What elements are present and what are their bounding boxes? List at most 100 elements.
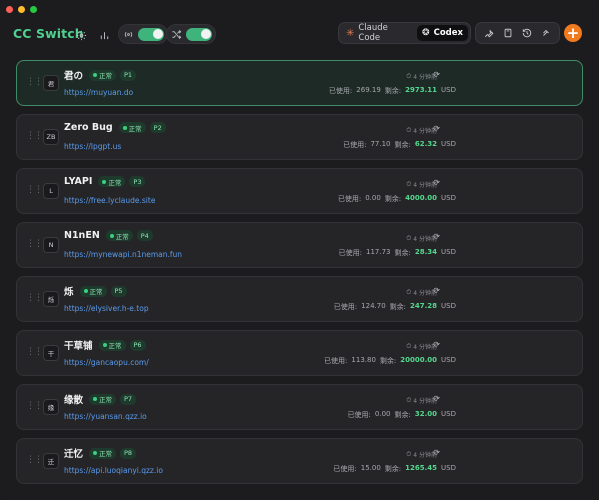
provider-card[interactable]: ⋮⋮ ZB Zero Bug 正常 P2 https://lpgpt.us 🕓︎… [16,114,583,160]
clock-icon: 🕓︎ [406,72,412,80]
zoom-window-button[interactable] [30,6,37,13]
stats-bar-chart-icon[interactable] [96,27,112,43]
drag-handle-icon[interactable]: ⋮⋮ [26,78,43,87]
add-provider-button[interactable]: + [564,24,582,42]
history-icon[interactable] [520,26,534,40]
used-value: 269.19 [356,86,381,94]
refresh-icon[interactable]: ⟳ [433,124,440,133]
currency-unit: USD [441,86,456,94]
refresh-icon[interactable]: ⟳ [433,232,440,241]
book-icon[interactable] [501,26,515,40]
failover-toggle-group [166,24,216,44]
provider-name: LYAPI [64,176,93,187]
provider-card[interactable]: ⋮⋮ 迁 迁忆 正常 P8 https://api.luoqianyi.qzz.… [16,438,583,484]
used-value: 124.70 [361,302,386,310]
status-text: 正常 [115,232,129,241]
used-value: 0.00 [374,410,391,418]
provider-name: 缘散 [64,395,84,406]
drag-handle-icon[interactable]: ⋮⋮ [26,294,43,303]
status-dot-icon [102,179,107,184]
status-badge: 正常 [79,285,107,297]
drag-handle-icon[interactable]: ⋮⋮ [26,348,43,357]
refresh-icon[interactable]: ⟳ [433,448,440,457]
provider-url-link[interactable]: https://api.luoqianyi.qzz.io [64,466,163,475]
proxy-toggle-group [118,24,168,44]
codex-icon: ❂ [422,28,430,38]
minimize-window-button[interactable] [18,6,25,13]
wrench-icon[interactable] [482,26,496,40]
provider-card[interactable]: ⋮⋮ L LYAPI 正常 P3 https://free.lyclaude.s… [16,168,583,214]
app-window: CC Switch ✳ Claude Code ❂ Codex + ⋮⋮ 君 君… [0,0,599,500]
used-label: 已使用: [328,87,353,95]
status-dot-icon [93,397,98,401]
settings-gear-icon[interactable] [73,27,89,43]
tab-claude-code[interactable]: ✳ Claude Code [341,23,417,43]
provider-card[interactable]: ⋮⋮ 烁 烁 正常 P5 https://elysiver.h-e.top 🕓︎… [16,276,583,322]
provider-name-row: N1nEN 正常 P4 [64,230,153,241]
drag-handle-icon[interactable]: ⋮⋮ [26,132,43,141]
provider-name: 迁忆 [64,449,84,460]
provider-card[interactable]: ⋮⋮ N N1nEN 正常 P4 https://mynewapi.n1nema… [16,222,583,268]
drag-handle-icon[interactable]: ⋮⋮ [26,186,43,195]
currency-unit: USD [441,464,456,472]
priority-badge: P8 [120,447,137,459]
app-type-switcher: ✳ Claude Code ❂ Codex [338,22,471,44]
remain-value: 20000.00 [400,356,438,364]
remain-label: 剩余: [394,249,411,257]
refresh-icon[interactable]: ⟳ [433,70,440,79]
clock-icon: 🕓︎ [406,180,412,188]
usage-summary: 已使用: 0.00 剩余: 4000.00 USD [338,194,456,204]
provider-avatar: 烁 [43,291,59,307]
provider-card[interactable]: ⋮⋮ 干 干草铺 正常 P6 https://gancaopu.com/ 🕓︎ … [16,330,583,376]
provider-url-link[interactable]: https://yuansan.qzz.io [64,412,147,421]
proxy-toggle[interactable] [138,27,164,41]
mcp-plug-icon[interactable] [539,26,553,40]
tool-buttons [475,22,560,44]
status-text: 正常 [99,396,113,404]
drag-handle-icon[interactable]: ⋮⋮ [26,240,43,249]
status-badge: 正常 [98,339,126,351]
drag-handle-icon[interactable]: ⋮⋮ [26,402,43,411]
provider-url-link[interactable]: https://mynewapi.n1neman.fun [64,250,182,259]
provider-url-link[interactable]: https://lpgpt.us [64,142,121,151]
status-dot-icon [122,125,127,130]
status-text: 正常 [99,72,113,80]
refresh-icon[interactable]: ⟳ [433,178,440,187]
usage-summary: 已使用: 124.70 剩余: 247.28 USD [334,302,456,312]
clock-icon: 🕓︎ [406,288,412,296]
remain-label: 剩余: [394,141,411,149]
status-text: 正常 [108,342,122,350]
broadcast-signal-icon [122,28,134,40]
provider-avatar: 迁 [43,453,59,469]
remain-value: 2973.11 [405,86,438,94]
remain-value: 32.00 [414,410,438,418]
provider-card[interactable]: ⋮⋮ 君 君の 正常 P1 https://muyuan.do 🕓︎ 4 分钟前… [16,60,583,106]
usage-summary: 已使用: 0.00 剩余: 32.00 USD [348,410,456,420]
remain-value: 4000.00 [405,194,438,202]
usage-summary: 已使用: 15.00 剩余: 1265.45 USD [333,464,456,474]
drag-handle-icon[interactable]: ⋮⋮ [26,456,43,465]
provider-url-link[interactable]: https://elysiver.h-e.top [64,304,149,313]
provider-name-row: 迁忆 正常 P8 [64,446,137,460]
clock-icon: 🕓︎ [406,126,412,134]
priority-badge: P3 [129,176,146,187]
refresh-icon[interactable]: ⟳ [433,340,440,349]
failover-toggle[interactable] [186,27,212,41]
tab-codex[interactable]: ❂ Codex [417,25,468,41]
remain-label: 剩余: [384,195,402,203]
status-badge: 正常 [89,447,117,459]
provider-name: 君の [64,71,84,82]
currency-unit: USD [441,140,456,148]
refresh-icon[interactable]: ⟳ [433,286,440,295]
provider-url-link[interactable]: https://gancaopu.com/ [64,358,149,367]
provider-name-row: 君の 正常 P1 [64,68,137,82]
provider-name-row: Zero Bug 正常 P2 [64,122,166,133]
status-text: 正常 [108,178,122,187]
priority-badge: P4 [136,230,153,241]
provider-url-link[interactable]: https://free.lyclaude.site [64,196,155,205]
provider-name: N1nEN [64,230,100,241]
provider-card[interactable]: ⋮⋮ 缘 缘散 正常 P7 https://yuansan.qzz.io 🕓︎ … [16,384,583,430]
refresh-icon[interactable]: ⟳ [433,394,440,403]
close-window-button[interactable] [6,6,13,13]
provider-url-link[interactable]: https://muyuan.do [64,88,133,97]
